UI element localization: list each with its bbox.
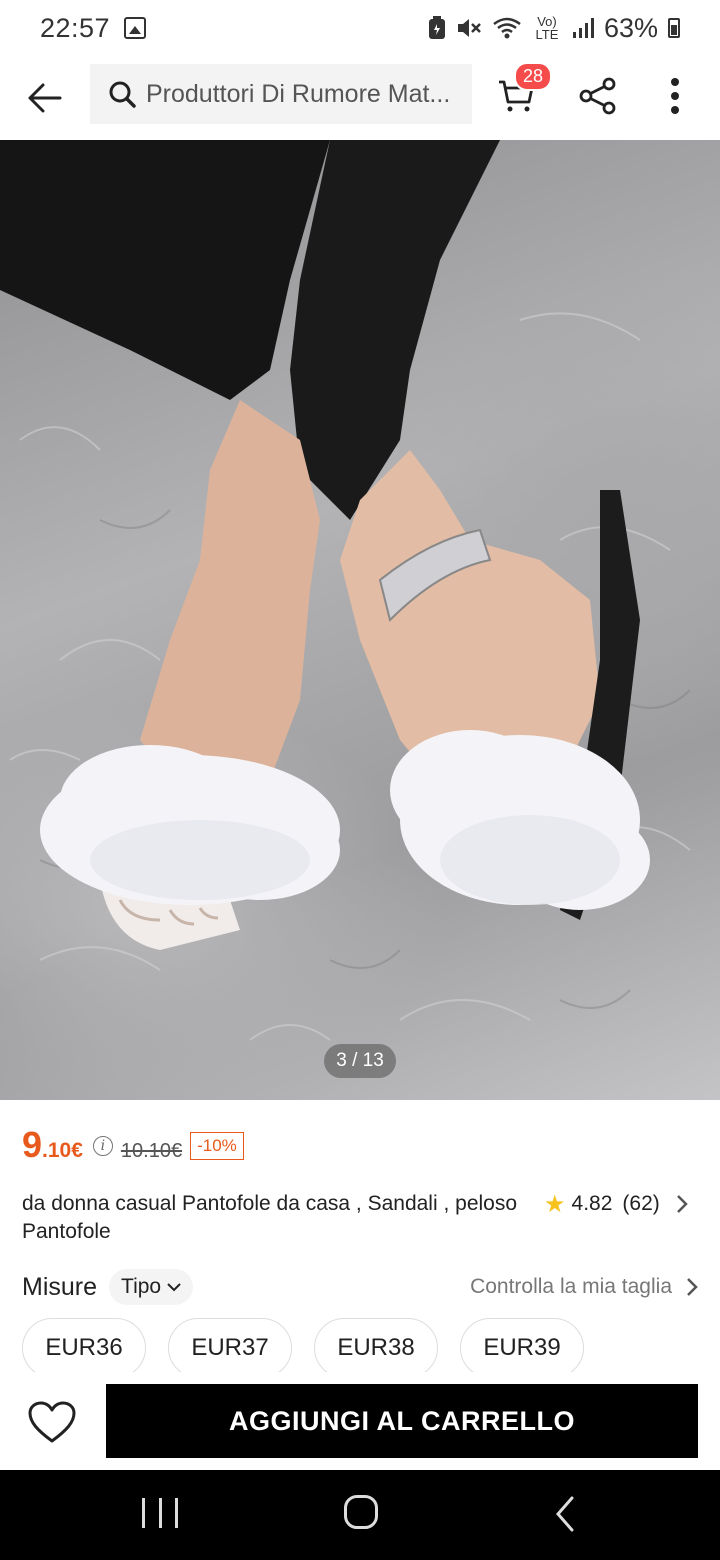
gallery-notification-icon xyxy=(124,17,147,39)
price-row: 9 .10€ i 10.10€ -10% xyxy=(22,1124,244,1168)
battery-percent: 63% xyxy=(603,12,658,43)
rating-link[interactable]: ★ 4.82 (62) xyxy=(544,1190,688,1218)
wishlist-button[interactable] xyxy=(24,1396,80,1448)
rating-value: 4.82 xyxy=(571,1192,613,1215)
status-indicators: Vo) LTE 63% xyxy=(428,13,680,44)
size-guide-link[interactable]: Controlla la mia taglia xyxy=(470,1275,698,1299)
size-label: Misure xyxy=(22,1272,98,1301)
system-back-button[interactable] xyxy=(548,1494,582,1534)
chevron-right-icon xyxy=(687,1278,698,1296)
price-cents: .10€ xyxy=(42,1139,83,1162)
search-input[interactable]: Produttori Di Rumore Mat... xyxy=(90,64,472,124)
share-button[interactable] xyxy=(570,56,626,136)
price-info-icon[interactable]: i xyxy=(92,1136,113,1156)
product-title: da donna casual Pantofole da casa , Sand… xyxy=(22,1192,518,1243)
status-bar: 22:57 Vo) LTE 63% xyxy=(0,0,720,56)
recent-apps-icon-bar xyxy=(175,1498,178,1528)
size-guide-label: Controlla la mia taglia xyxy=(470,1275,672,1298)
top-bar: Produttori Di Rumore Mat... 28 xyxy=(0,56,720,140)
search-icon xyxy=(109,81,136,108)
wifi-icon xyxy=(493,17,521,39)
heart-icon xyxy=(28,1401,76,1443)
size-row: Misure Tipo Controlla la mia taglia xyxy=(22,1268,698,1306)
size-option-eur39[interactable]: EUR39 xyxy=(460,1318,584,1378)
star-icon: ★ xyxy=(544,1190,566,1218)
cart-button[interactable]: 28 xyxy=(488,56,552,136)
product-photo xyxy=(0,140,691,1041)
more-options-button[interactable] xyxy=(648,56,702,136)
battery-icon xyxy=(668,18,680,38)
recent-apps-icon-bar xyxy=(158,1498,162,1528)
signal-icon xyxy=(572,18,594,38)
volte-indicator: Vo) LTE xyxy=(535,14,559,42)
price-integer: 9 xyxy=(22,1124,43,1165)
chevron-right-icon xyxy=(676,1195,688,1213)
size-option-eur37[interactable]: EUR37 xyxy=(168,1318,292,1378)
action-bar: AGGIUNGI AL CARRELLO xyxy=(0,1372,720,1470)
original-price: 10.10€ xyxy=(120,1140,183,1162)
review-count: (62) xyxy=(622,1192,660,1215)
search-query-text: Produttori Di Rumore Mat... xyxy=(146,79,451,108)
share-icon xyxy=(579,77,616,115)
add-to-cart-button[interactable]: AGGIUNGI AL CARRELLO xyxy=(106,1384,698,1458)
status-time: 22:57 xyxy=(40,12,111,43)
system-nav-bar xyxy=(0,1470,720,1560)
chevron-down-icon xyxy=(167,1283,181,1292)
mute-icon xyxy=(457,19,481,37)
size-options: EUR36 EUR37 EUR38 EUR39 xyxy=(22,1318,698,1378)
home-button[interactable] xyxy=(344,1495,378,1529)
size-option-eur36[interactable]: EUR36 xyxy=(22,1318,146,1378)
back-button[interactable] xyxy=(0,56,90,140)
recent-apps-icon xyxy=(142,1498,145,1528)
image-counter: 3 / 13 xyxy=(324,1044,396,1078)
more-vertical-icon xyxy=(671,78,679,114)
size-type-dropdown[interactable]: Tipo xyxy=(109,1269,194,1305)
arrow-left-icon xyxy=(28,83,62,113)
cart-count-badge: 28 xyxy=(513,62,552,91)
size-type-label: Tipo xyxy=(121,1275,162,1298)
discount-badge: -10% xyxy=(190,1132,244,1160)
recent-apps-button[interactable] xyxy=(142,1498,178,1530)
battery-saver-icon xyxy=(428,16,445,39)
size-option-eur38[interactable]: EUR38 xyxy=(314,1318,438,1378)
product-image-gallery[interactable]: 3 / 13 xyxy=(0,140,720,1100)
